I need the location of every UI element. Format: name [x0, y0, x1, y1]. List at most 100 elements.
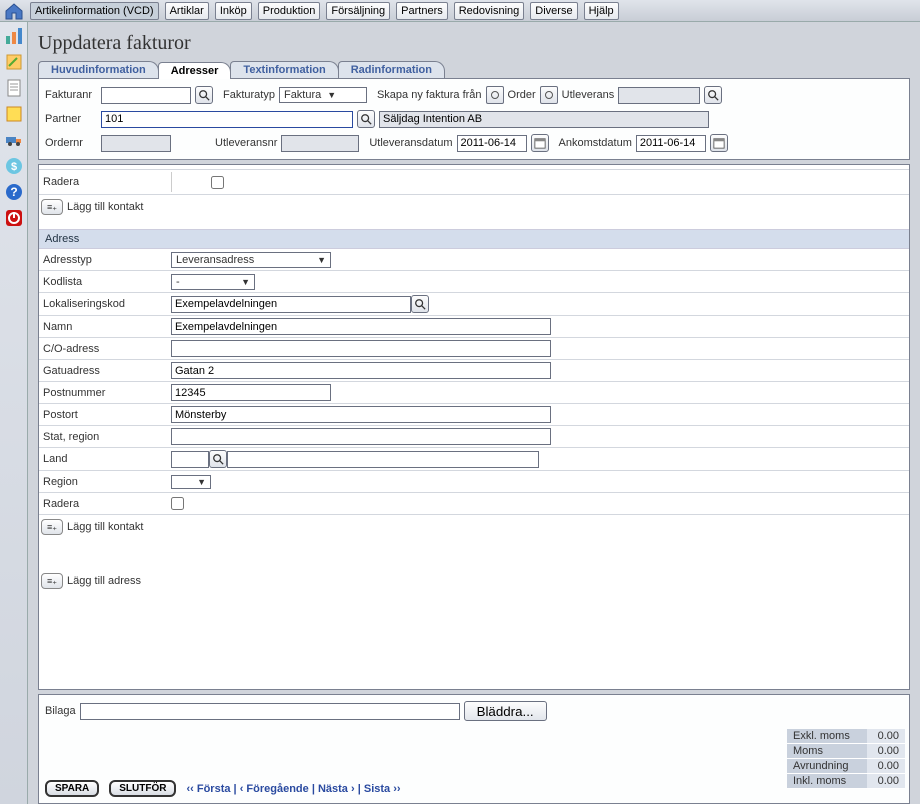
total-exkl-label: Exkl. moms	[787, 729, 867, 744]
skapa-input[interactable]	[618, 87, 700, 104]
add-contact-bottom[interactable]: ≡₊ Lägg till kontakt	[39, 515, 909, 539]
tab-bar: Huvudinformation Adresser Textinformatio…	[38, 61, 910, 78]
ordernr-input[interactable]	[101, 135, 171, 152]
lokaliseringskod-label: Lokaliseringskod	[43, 298, 171, 310]
stat-input[interactable]	[171, 428, 551, 445]
svg-text:?: ?	[10, 185, 17, 199]
region-select[interactable]: ▼	[171, 475, 211, 489]
postort-label: Postort	[43, 409, 171, 421]
menu-hjalp[interactable]: Hjälp	[584, 2, 619, 20]
radera-top-checkbox[interactable]	[211, 176, 224, 189]
total-avr-label: Avrundning	[787, 759, 867, 774]
note-icon[interactable]	[4, 52, 24, 72]
page-title: Uppdatera fakturor	[38, 32, 910, 55]
tab-adresser[interactable]: Adresser	[158, 62, 232, 79]
kodlista-select[interactable]: -▼	[171, 274, 255, 290]
gatu-input[interactable]	[171, 362, 551, 379]
chart-icon[interactable]	[4, 26, 24, 46]
postnr-input[interactable]	[171, 384, 331, 401]
total-avr-value: 0.00	[867, 759, 905, 774]
co-input[interactable]	[171, 340, 551, 357]
order-label: Order	[508, 89, 536, 101]
top-menu: Artikelinformation (VCD) Artiklar Inköp …	[0, 0, 920, 22]
menu-artiklar[interactable]: Artiklar	[165, 2, 209, 20]
add-address-label: Lägg till adress	[67, 575, 141, 587]
menu-partners[interactable]: Partners	[396, 2, 448, 20]
nav-last[interactable]: Sista ››	[364, 783, 401, 795]
lokaliseringskod-input[interactable]	[171, 296, 411, 313]
radera-top-label: Radera	[43, 176, 171, 188]
home-icon[interactable]	[4, 2, 24, 20]
header-panel: Fakturanr Fakturatyp Faktura▼ Skapa ny f…	[38, 78, 910, 160]
slutfor-button[interactable]: SLUTFÖR	[109, 780, 176, 797]
add-contact-top[interactable]: ≡₊ Lägg till kontakt	[39, 195, 909, 219]
utleveransnr-input[interactable]	[281, 135, 359, 152]
partner-input[interactable]	[101, 111, 353, 128]
utleveransnr-label: Utleveransnr	[215, 137, 277, 149]
truck-icon[interactable]	[4, 130, 24, 150]
browse-button[interactable]: Bläddra...	[464, 701, 547, 721]
menu-artikelinfo[interactable]: Artikelinformation (VCD)	[30, 2, 159, 20]
fakturatyp-select[interactable]: Faktura▼	[279, 87, 367, 103]
doc-icon[interactable]	[4, 78, 24, 98]
bilaga-input[interactable]	[80, 703, 460, 720]
namn-input[interactable]	[171, 318, 551, 335]
skapa-label: Skapa ny faktura från	[377, 89, 482, 101]
ankomstdatum-calendar-icon[interactable]	[710, 134, 728, 152]
partner-search-icon[interactable]	[357, 110, 375, 128]
adresstyp-select[interactable]: Leveransadress▼	[171, 252, 331, 268]
land-search-icon[interactable]	[209, 450, 227, 468]
add-address[interactable]: ≡₊ Lägg till adress	[39, 569, 909, 593]
lokaliseringskod-search-icon[interactable]	[411, 295, 429, 313]
nav-next[interactable]: Nästa ›	[318, 783, 355, 795]
menu-inkop[interactable]: Inköp	[215, 2, 252, 20]
address-scroll-area[interactable]: Radera ≡₊ Lägg till kontakt Adress Adres…	[38, 164, 910, 690]
add-contact-label-2: Lägg till kontakt	[67, 521, 143, 533]
radera-label: Radera	[43, 498, 171, 510]
partner-name	[379, 111, 709, 128]
utlev-label: Utleverans	[562, 89, 615, 101]
footer-panel: Bilaga Bläddra... Exkl. moms0.00 Moms0.0…	[38, 694, 910, 804]
fakturanr-input[interactable]	[101, 87, 191, 104]
order-radio[interactable]	[486, 86, 504, 104]
svg-text:$: $	[10, 161, 16, 173]
totals-box: Exkl. moms0.00 Moms0.00 Avrundning0.00 I…	[787, 729, 905, 789]
utlev-radio[interactable]	[540, 86, 558, 104]
adress-section-header: Adress	[39, 229, 909, 249]
stat-label: Stat, region	[43, 431, 171, 443]
postort-input[interactable]	[171, 406, 551, 423]
help-icon[interactable]: ?	[4, 182, 24, 202]
tab-textinfo[interactable]: Textinformation	[230, 61, 338, 78]
menu-redovisning[interactable]: Redovisning	[454, 2, 525, 20]
menu-diverse[interactable]: Diverse	[530, 2, 577, 20]
ankomstdatum-input[interactable]	[636, 135, 706, 152]
utleveransdatum-label: Utleveransdatum	[369, 137, 452, 149]
menu-produktion[interactable]: Produktion	[258, 2, 321, 20]
land-label: Land	[43, 453, 171, 465]
kodlista-label: Kodlista	[43, 276, 171, 288]
radera-checkbox[interactable]	[171, 497, 184, 510]
nav-first[interactable]: ‹‹ Första	[186, 783, 230, 795]
menu-forsaljning[interactable]: Försäljning	[326, 2, 390, 20]
nav-prev[interactable]: ‹ Föregående	[240, 783, 309, 795]
dollar-icon[interactable]: $	[4, 156, 24, 176]
tab-radinfo[interactable]: Radinformation	[338, 61, 445, 78]
utleveransdatum-input[interactable]	[457, 135, 527, 152]
partner-label: Partner	[45, 113, 97, 125]
land-code-input[interactable]	[171, 451, 209, 468]
sidebar: $ ?	[0, 22, 28, 804]
total-inkl-value: 0.00	[867, 774, 905, 789]
total-inkl-label: Inkl. moms	[787, 774, 867, 789]
utlevdatum-calendar-icon[interactable]	[531, 134, 549, 152]
tab-huvudinfo[interactable]: Huvudinformation	[38, 61, 159, 78]
land-name-input[interactable]	[227, 451, 539, 468]
add-icon: ≡₊	[41, 573, 63, 589]
fakturanr-search-icon[interactable]	[195, 86, 213, 104]
fakturanr-label: Fakturanr	[45, 89, 97, 101]
spara-button[interactable]: SPARA	[45, 780, 99, 797]
co-label: C/O-adress	[43, 343, 171, 355]
region-label: Region	[43, 476, 171, 488]
paint-icon[interactable]	[4, 104, 24, 124]
skapa-search-icon[interactable]	[704, 86, 722, 104]
power-icon[interactable]	[4, 208, 24, 228]
